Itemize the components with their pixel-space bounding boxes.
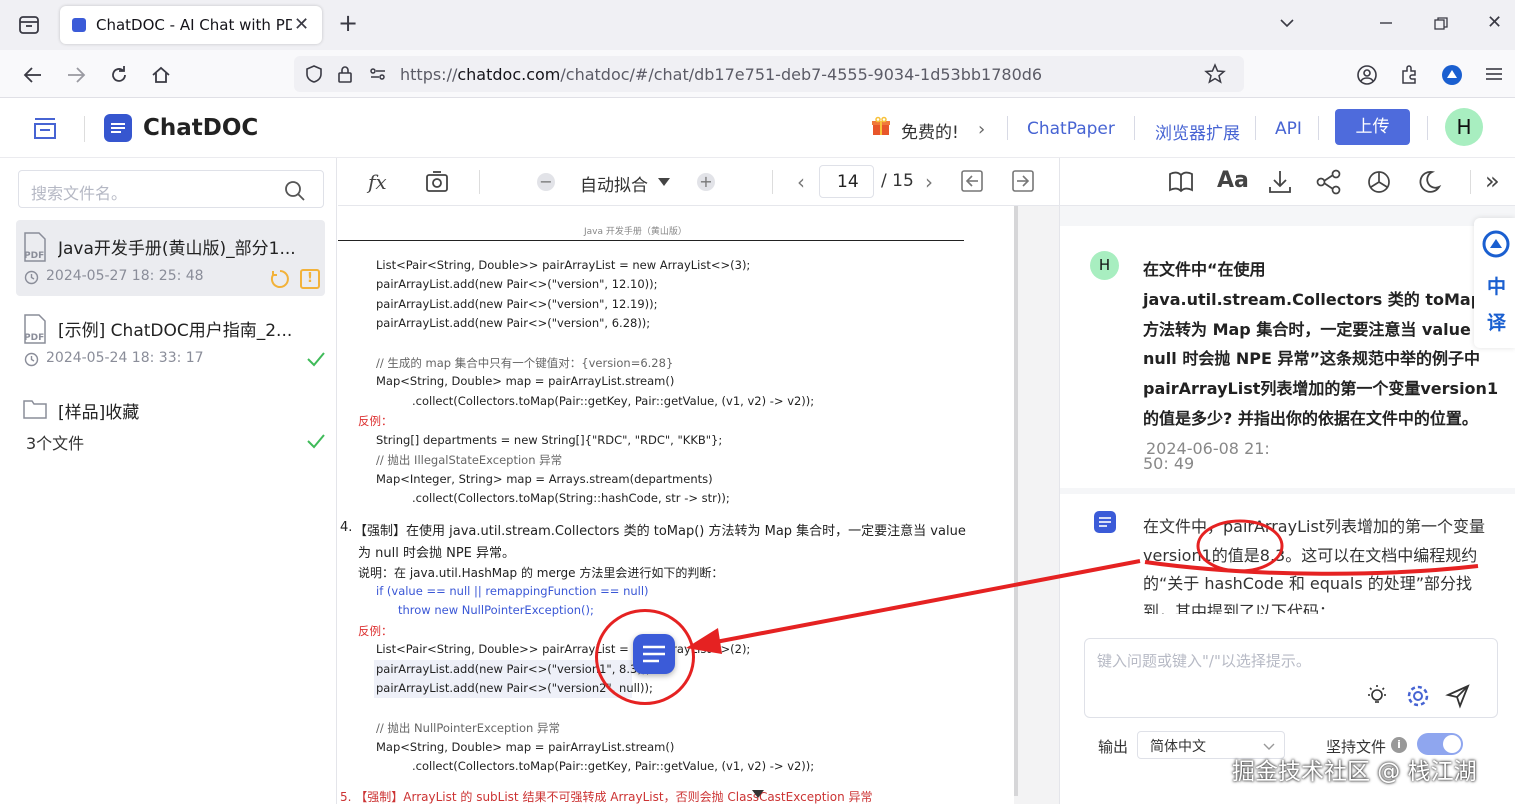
lightbulb-icon[interactable]	[1365, 683, 1389, 709]
toggle-knob	[1443, 735, 1461, 753]
chat-input-placeholder: 键入问题或键入"/"以选择提示。	[1097, 652, 1311, 670]
info-icon[interactable]: i	[1391, 737, 1407, 753]
translate-side-panel[interactable]: 中 译	[1474, 218, 1515, 348]
send-icon[interactable]	[1445, 683, 1471, 709]
chevron-down-icon	[1262, 739, 1276, 753]
output-language-value: 简体中文	[1150, 739, 1206, 755]
settings-gear-icon[interactable]	[1405, 683, 1431, 709]
watermark: 掘金技术社区 @ 栈江湖	[1232, 759, 1477, 785]
output-label: 输出	[1098, 738, 1129, 756]
chat-input[interactable]: 键入问题或键入"/"以选择提示。	[1084, 638, 1498, 718]
translate-char: 译	[1487, 312, 1507, 334]
chatdoc-side-icon[interactable]	[1482, 230, 1510, 258]
translate-char: 中	[1487, 276, 1507, 298]
